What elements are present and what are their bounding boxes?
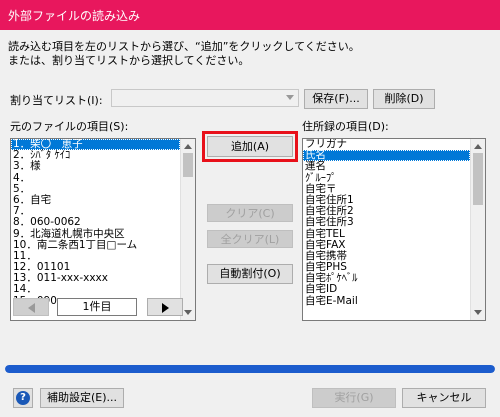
delete-button[interactable]: 削除(D) bbox=[373, 89, 435, 109]
list-item[interactable]: 3．様 bbox=[11, 161, 180, 172]
list-item[interactable]: 自宅TEL bbox=[303, 228, 470, 240]
source-scrollbar[interactable] bbox=[180, 139, 195, 320]
add-button[interactable]: 追加(A) bbox=[207, 136, 293, 157]
triangle-right-icon bbox=[162, 303, 169, 313]
prev-record-button[interactable] bbox=[13, 298, 49, 316]
next-record-button[interactable] bbox=[147, 298, 183, 316]
save-button[interactable]: 保存(F)... bbox=[304, 89, 368, 109]
assignment-list-combo[interactable] bbox=[111, 89, 299, 107]
target-scrollbar[interactable] bbox=[470, 139, 485, 320]
target-listbox[interactable]: フリガナ 氏名 連名 ｸﾞﾙｰﾌﾟ 自宅〒 自宅住所1 自宅住所2 自宅住所3 自宅TEL 自宅F… bbox=[302, 138, 486, 321]
auto-assign-button[interactable]: 自動割付(O) bbox=[207, 264, 293, 284]
aux-settings-button[interactable]: 補助設定(E)... bbox=[40, 388, 124, 408]
chevron-down-icon bbox=[286, 95, 294, 100]
target-items: フリガナ 氏名 連名 ｸﾞﾙｰﾌﾟ 自宅〒 自宅住所1 自宅住所2 自宅住所3 自宅TEL 自宅F… bbox=[303, 139, 470, 320]
list-item[interactable]: 自宅ID bbox=[303, 284, 470, 295]
source-items: 1．柴〇 恵子 2．ｼﾊﾞﾀ ｹｲｺ 3．様 4． 5． 6．自宅 7． 8．060-0062… bbox=[11, 139, 180, 320]
list-item[interactable]: 9．北海道札幌市中央区 bbox=[11, 228, 180, 240]
clear-all-button[interactable]: 全クリア(L) bbox=[207, 230, 293, 248]
scroll-down-icon[interactable] bbox=[184, 310, 192, 315]
triangle-left-icon bbox=[28, 303, 35, 313]
assignment-list-label: 割り当てリスト(I): bbox=[10, 94, 103, 107]
source-list-label: 元のファイルの項目(S): bbox=[10, 120, 129, 133]
instructions: 読み込む項目を左のリストから選び、“追加”をクリックしてください。 または、割り… bbox=[8, 40, 360, 68]
instruction-line-1: 読み込む項目を左のリストから選び、“追加”をクリックしてください。 bbox=[8, 40, 360, 53]
scroll-up-icon[interactable] bbox=[184, 144, 192, 149]
list-item[interactable]: 6．自宅 bbox=[11, 194, 180, 206]
list-item[interactable]: 自宅住所3 bbox=[303, 217, 470, 228]
list-item[interactable]: フリガナ bbox=[303, 139, 470, 150]
help-button[interactable]: ? bbox=[13, 388, 33, 408]
run-button[interactable]: 実行(G) bbox=[312, 388, 396, 408]
scroll-up-icon[interactable] bbox=[474, 144, 482, 149]
list-item[interactable]: 4． bbox=[11, 172, 180, 184]
cancel-button[interactable]: キャンセル bbox=[402, 388, 486, 408]
record-indicator: 1件目 bbox=[57, 298, 137, 316]
source-listbox[interactable]: 1．柴〇 恵子 2．ｼﾊﾞﾀ ｹｲｺ 3．様 4． 5． 6．自宅 7． 8．060-0062… bbox=[10, 138, 196, 321]
import-dialog: 外部ファイルの読み込み 読み込む項目を左のリストから選び、“追加”をクリックして… bbox=[0, 0, 500, 417]
scroll-down-icon[interactable] bbox=[474, 310, 482, 315]
clear-button[interactable]: クリア(C) bbox=[207, 204, 293, 222]
title-bar[interactable]: 外部ファイルの読み込み bbox=[0, 0, 500, 30]
scroll-thumb[interactable] bbox=[473, 153, 483, 205]
scroll-thumb[interactable] bbox=[183, 153, 193, 177]
list-item[interactable]: 自宅E-Mail bbox=[303, 295, 470, 307]
list-item[interactable]: 連名 bbox=[303, 161, 470, 172]
list-item[interactable]: 氏名 bbox=[303, 149, 470, 162]
instruction-line-2: または、割り当てリストから選択してください。 bbox=[8, 54, 250, 67]
progress-bar bbox=[5, 365, 495, 373]
help-icon: ? bbox=[16, 391, 30, 405]
list-item[interactable]: 14． bbox=[11, 284, 180, 295]
target-list-label: 住所録の項目(D): bbox=[302, 120, 389, 133]
window-title: 外部ファイルの読み込み bbox=[8, 9, 141, 23]
progress-fill bbox=[5, 365, 495, 373]
list-item[interactable]: 8．060-0062 bbox=[11, 217, 180, 228]
